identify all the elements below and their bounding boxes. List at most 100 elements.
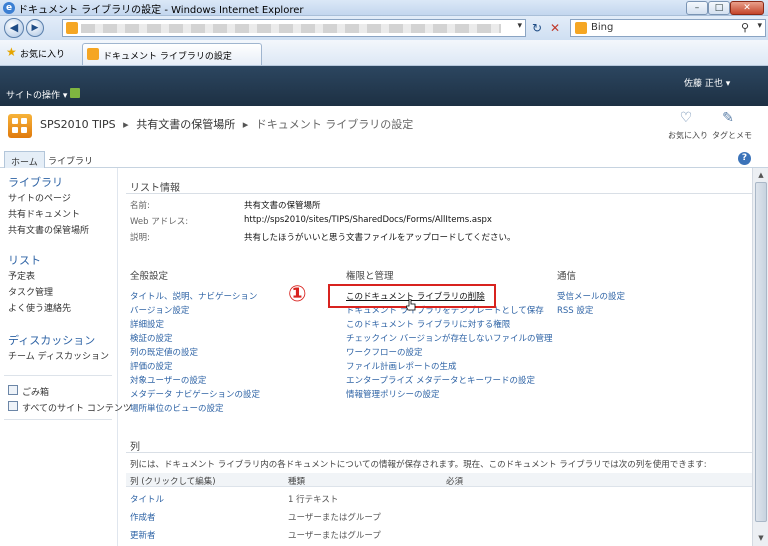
link-title-description-navigation[interactable]: タイトル、説明、ナビゲーション [130, 290, 257, 302]
breadcrumb-library[interactable]: 共有文書の保管場所 [136, 118, 235, 131]
user-menu[interactable]: 佐藤 正也 ▾ [684, 76, 730, 89]
favorites-button[interactable]: お気に入り [20, 47, 65, 60]
link-validation-settings[interactable]: 検証の設定 [130, 332, 173, 344]
refresh-button[interactable]: ↻ [528, 19, 546, 37]
scrollbar-thumb[interactable] [755, 182, 767, 522]
column-header-required: 必須 [446, 477, 464, 487]
link-rss-settings[interactable]: RSS 設定 [557, 304, 593, 316]
name-label: 名前: [130, 201, 150, 211]
link-per-location-view[interactable]: 場所単位のビューの設定 [130, 402, 224, 414]
chevron-down-icon[interactable]: ▾ [517, 21, 522, 31]
description-label: 説明: [130, 233, 150, 243]
nav-item-team-discussion[interactable]: チーム ディスカッション [8, 349, 109, 362]
hand-cursor-icon [406, 299, 416, 311]
all-content-icon[interactable] [8, 401, 18, 411]
address-bar: ◀ ▶ ▾ ↻ ✕ Bing ⚲ ▾ [0, 16, 768, 40]
favorites-star-icon[interactable]: ★ [6, 45, 17, 59]
close-button[interactable]: ✕ [730, 1, 764, 15]
scroll-up-icon[interactable]: ▲ [755, 169, 767, 181]
page-header: SPS2010 TIPS ▸ 共有文書の保管場所 ▸ ドキュメント ライブラリの… [0, 106, 768, 150]
back-button[interactable]: ◀ [4, 18, 24, 38]
like-icon[interactable]: ♡ [672, 110, 700, 130]
ribbon-tabs: ホーム ライブラリ ? [0, 150, 768, 168]
permissions-title: 権限と管理 [346, 271, 394, 282]
breadcrumb-site[interactable]: SPS2010 TIPS [40, 118, 116, 131]
help-icon[interactable]: ? [738, 152, 751, 165]
link-enterprise-metadata[interactable]: エンタープライズ メタデータとキーワードの設定 [346, 374, 535, 386]
nav-divider [4, 375, 112, 376]
site-actions-menu[interactable]: サイトの操作 ▾ [6, 88, 67, 101]
breadcrumb: SPS2010 TIPS ▸ 共有文書の保管場所 ▸ ドキュメント ライブラリの… [40, 116, 413, 132]
nav-item-shared-storage[interactable]: 共有文書の保管場所 [8, 223, 89, 236]
bing-logo-icon [575, 22, 587, 34]
tag-label[interactable]: タグとメモ [712, 130, 752, 141]
favorites-bar: ★ お気に入り ドキュメント ライブラリの設定 [0, 40, 768, 66]
link-rating-settings[interactable]: 評価の設定 [130, 360, 173, 372]
page-favicon-icon [87, 48, 99, 60]
link-manage-unversioned-files[interactable]: チェックイン バージョンが存在しないファイルの管理 [346, 332, 553, 344]
nav-heading-discussions[interactable]: ディスカッション [8, 332, 95, 348]
link-information-policy[interactable]: 情報管理ポリシーの設定 [346, 388, 440, 400]
section-divider [126, 193, 756, 194]
list-info-title: リスト情報 [130, 183, 180, 194]
window-titlebar: e ドキュメント ライブラリの設定 - Windows Internet Exp… [0, 0, 768, 16]
forward-button[interactable]: ▶ [26, 19, 44, 37]
tab-home[interactable]: ホーム [4, 151, 45, 168]
link-file-plan-report[interactable]: ファイル計画レポートの生成 [346, 360, 457, 372]
name-value: 共有文書の保管場所 [244, 201, 321, 211]
search-provider-label: Bing [591, 22, 614, 33]
nav-item-tasks[interactable]: タスク管理 [8, 285, 53, 298]
column-row-type: ユーザーまたはグループ [288, 531, 381, 541]
general-settings-title: 全般設定 [130, 271, 169, 282]
nav-item-calendar[interactable]: 予定表 [8, 269, 35, 282]
link-column-default-settings[interactable]: 列の既定値の設定 [130, 346, 198, 358]
communication-title: 通信 [557, 271, 577, 282]
nav-item-shared-documents[interactable]: 共有ドキュメント [8, 207, 80, 220]
columns-table-header [126, 473, 756, 487]
link-library-permissions[interactable]: このドキュメント ライブラリに対する権限 [346, 318, 510, 330]
ie-logo-icon: e [3, 2, 15, 14]
column-row-name[interactable]: 更新者 [130, 529, 156, 541]
nav-item-all-content[interactable]: すべてのサイト コンテンツ [22, 401, 132, 414]
tab-library[interactable]: ライブラリ [42, 151, 99, 168]
like-label[interactable]: お気に入り [668, 130, 708, 141]
link-advanced-settings[interactable]: 詳細設定 [130, 318, 164, 330]
column-row-type: 1 行テキスト [288, 495, 339, 505]
search-input[interactable]: Bing ⚲ ▾ [570, 19, 766, 37]
recycle-bin-icon[interactable] [8, 385, 18, 395]
tag-icon[interactable]: ✎ [714, 110, 742, 130]
link-version-settings[interactable]: バージョン設定 [130, 304, 189, 316]
link-incoming-email[interactable]: 受信メールの設定 [557, 290, 625, 302]
nav-item-site-pages[interactable]: サイトのページ [8, 191, 71, 204]
url-blurred-text [81, 24, 501, 33]
nav-item-contacts[interactable]: よく使う連絡先 [8, 301, 71, 314]
nav-heading-libraries[interactable]: ライブラリ [8, 174, 63, 190]
browser-tab[interactable]: ドキュメント ライブラリの設定 [82, 43, 262, 65]
link-metadata-navigation[interactable]: メタデータ ナビゲーションの設定 [130, 388, 260, 400]
stop-button[interactable]: ✕ [546, 19, 564, 37]
web-address-value: http://sps2010/sites/TIPS/SharedDocs/For… [244, 215, 492, 225]
column-row-type: ユーザーまたはグループ [288, 513, 381, 523]
description-value: 共有したほうがいいと思う文書ファイルをアップロードしてください。 [244, 233, 516, 243]
column-row-name[interactable]: 作成者 [130, 511, 156, 523]
chevron-down-icon[interactable]: ▾ [757, 21, 762, 31]
maximize-button[interactable]: □ [708, 1, 730, 15]
site-logo-icon[interactable] [8, 114, 32, 138]
nav-divider [4, 419, 112, 420]
tab-title: ドキュメント ライブラリの設定 [103, 52, 232, 62]
column-row-name[interactable]: タイトル [130, 493, 164, 505]
nav-heading-lists[interactable]: リスト [8, 252, 41, 268]
breadcrumb-separator: ▸ [123, 118, 129, 131]
column-header-name: 列 (クリックして編集) [130, 477, 216, 487]
breadcrumb-current: ドキュメント ライブラリの設定 [255, 118, 414, 131]
vertical-scrollbar[interactable]: ▲ ▼ [752, 168, 768, 546]
link-workflow-settings[interactable]: ワークフローの設定 [346, 346, 423, 358]
search-icon[interactable]: ⚲ [741, 21, 749, 34]
link-audience-settings[interactable]: 対象ユーザーの設定 [130, 374, 206, 386]
edit-page-icon[interactable] [70, 88, 80, 98]
quick-launch: ライブラリ サイトのページ 共有ドキュメント 共有文書の保管場所 リスト 予定表… [0, 168, 132, 546]
url-input[interactable]: ▾ [62, 19, 526, 37]
minimize-button[interactable]: – [686, 1, 708, 15]
scroll-down-icon[interactable]: ▼ [755, 532, 767, 544]
nav-item-recycle-bin[interactable]: ごみ箱 [22, 385, 49, 398]
